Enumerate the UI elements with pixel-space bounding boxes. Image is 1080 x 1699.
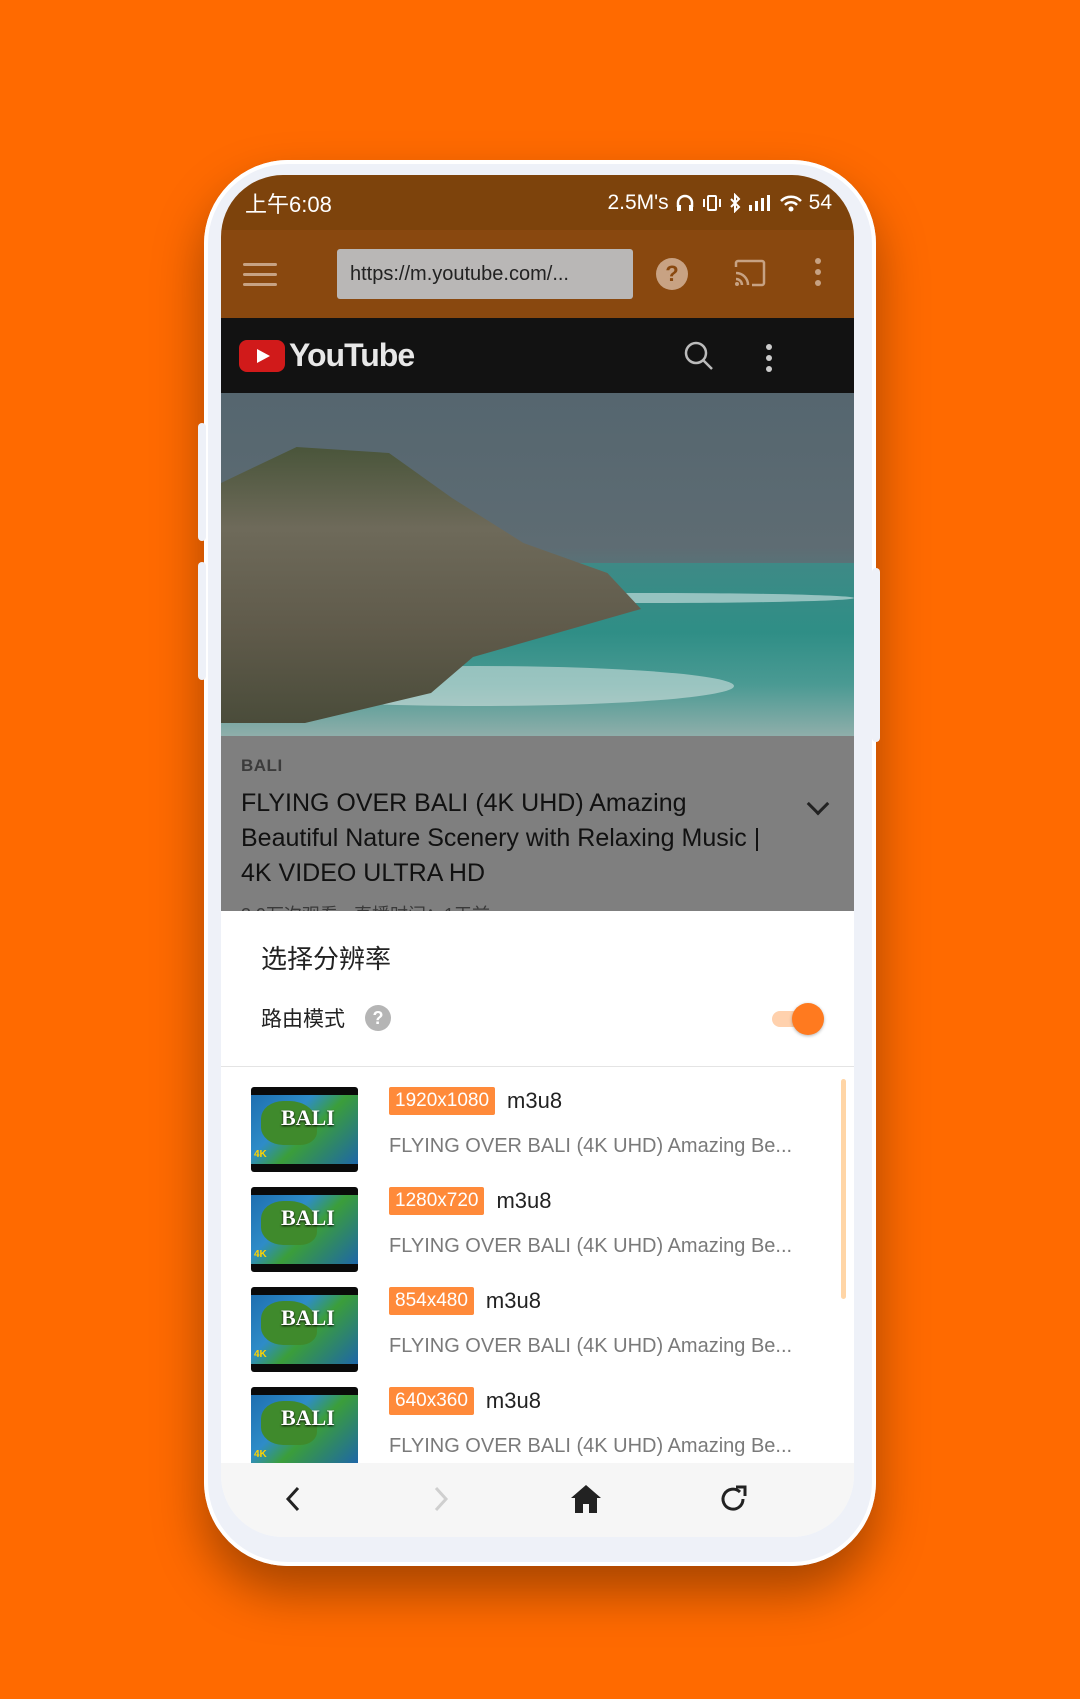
youtube-logo-text: YouTube <box>289 337 415 373</box>
video-thumbnail: BALI 4K <box>251 1087 358 1172</box>
chevron-right-icon[interactable] <box>423 1481 459 1517</box>
channel-name[interactable]: BALI <box>241 756 834 776</box>
youtube-logo[interactable]: YouTube <box>239 337 415 374</box>
format-label: m3u8 <box>496 1188 552 1213</box>
thumbnail-badge: 4K <box>254 1149 267 1160</box>
youtube-header: YouTube <box>221 318 854 393</box>
toggle-thumb <box>792 1003 824 1035</box>
status-bar: 上午6:08 2.5M's 54 <box>221 175 854 230</box>
resolution-badge: 854x480 <box>389 1287 474 1315</box>
item-name: FLYING OVER BALI (4K UHD) Amazing Be... <box>389 1235 793 1257</box>
phone-side-button <box>198 562 206 680</box>
video-thumbnail: BALI 4K <box>251 1187 358 1272</box>
video-thumbnail: BALI 4K <box>251 1387 358 1463</box>
format-label: m3u8 <box>485 1388 541 1413</box>
youtube-play-icon <box>239 339 285 372</box>
headphones-icon <box>676 194 693 211</box>
thumbnail-text: BALI <box>281 1105 335 1130</box>
format-label: m3u8 <box>485 1288 541 1313</box>
search-icon[interactable] <box>683 340 715 372</box>
video-thumbnail: BALI 4K <box>251 1287 358 1372</box>
bottom-nav <box>221 1463 854 1537</box>
wifi-icon <box>779 195 802 211</box>
video-player[interactable] <box>221 393 854 736</box>
url-bar[interactable]: https://m.youtube.com/... <box>337 249 633 299</box>
thumbnail-badge: 4K <box>254 1249 267 1260</box>
item-name: FLYING OVER BALI (4K UHD) Amazing Be... <box>389 1435 793 1457</box>
more-vert-icon[interactable] <box>815 258 821 286</box>
resolution-list: BALI 4K 1920x1080 m3u8 FLYING OVER BALI … <box>221 1067 854 1463</box>
item-name: FLYING OVER BALI (4K UHD) Amazing Be... <box>389 1335 793 1357</box>
thumbnail-badge: 4K <box>254 1349 267 1360</box>
cast-icon[interactable] <box>733 259 767 287</box>
thumbnail-text: BALI <box>281 1205 335 1230</box>
video-meta: BALI FLYING OVER BALI (4K UHD) Amazing B… <box>221 736 854 911</box>
resolution-badge: 640x360 <box>389 1387 474 1415</box>
route-mode-label: 路由模式 <box>261 1008 345 1031</box>
bluetooth-icon <box>729 192 741 213</box>
youtube-more-vert-icon[interactable] <box>766 344 772 372</box>
chevron-down-icon[interactable] <box>806 792 830 816</box>
sheet-title: 选择分辨率 <box>261 944 392 974</box>
thumbnail-text: BALI <box>281 1405 335 1430</box>
list-item[interactable]: BALI 4K 1920x1080 m3u8 FLYING OVER BALI … <box>251 1077 824 1177</box>
browser-toolbar: https://m.youtube.com/... ? <box>221 230 854 318</box>
battery-level: 54 <box>808 190 832 214</box>
chevron-left-icon[interactable] <box>275 1481 311 1517</box>
resolution-sheet: 选择分辨率 路由模式 ? BALI 4K 1920x1080 m3u8 FLYI… <box>221 911 854 1463</box>
list-item[interactable]: BALI 4K 1280x720 m3u8 FLYING OVER BALI (… <box>251 1177 824 1277</box>
signal-icon <box>748 194 770 211</box>
route-mode-toggle[interactable] <box>772 1003 824 1035</box>
resolution-badge: 1280x720 <box>389 1187 485 1215</box>
scrollbar[interactable] <box>841 1079 846 1299</box>
route-mode-row: 路由模式 ? <box>261 1003 391 1033</box>
video-views: 3.9万次观看 · 直播时间：1天前 <box>241 901 834 911</box>
video-title: FLYING OVER BALI (4K UHD) Amazing Beauti… <box>241 789 761 887</box>
phone-side-button <box>198 423 206 541</box>
home-icon[interactable] <box>568 1481 604 1517</box>
phone-side-button <box>872 568 880 742</box>
item-name: FLYING OVER BALI (4K UHD) Amazing Be... <box>389 1135 793 1157</box>
status-icons: 2.5M's 54 <box>607 191 832 215</box>
help-icon[interactable]: ? <box>365 1005 391 1031</box>
question-circle-icon[interactable]: ? <box>656 258 688 290</box>
vibrate-icon <box>702 194 721 211</box>
status-time: 上午6:08 <box>245 191 332 217</box>
hamburger-menu-icon[interactable] <box>243 262 277 286</box>
phone-screen: 上午6:08 2.5M's 54 https://m.youtube.com/.… <box>221 175 854 1537</box>
list-item[interactable]: BALI 4K 854x480 m3u8 FLYING OVER BALI (4… <box>251 1277 824 1377</box>
resolution-badge: 1920x1080 <box>389 1087 496 1115</box>
format-label: m3u8 <box>507 1088 563 1113</box>
thumbnail-badge: 4K <box>254 1449 267 1460</box>
refresh-icon[interactable] <box>715 1481 751 1517</box>
network-speed: 2.5M's <box>607 190 669 214</box>
thumbnail-text: BALI <box>281 1305 335 1330</box>
list-item[interactable]: BALI 4K 640x360 m3u8 FLYING OVER BALI (4… <box>251 1377 824 1463</box>
